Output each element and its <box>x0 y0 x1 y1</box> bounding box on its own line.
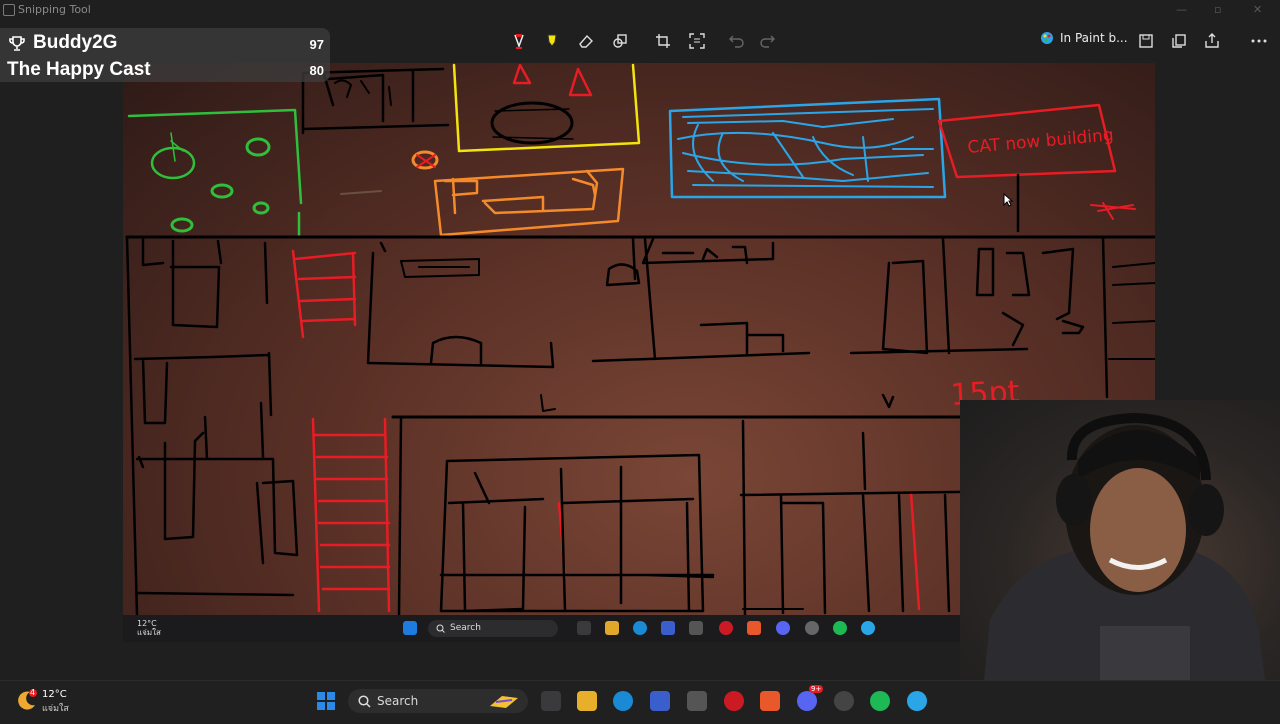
highlighter-button[interactable] <box>541 30 563 52</box>
taskbar-search[interactable]: Search <box>348 689 528 713</box>
captured-opera-icon <box>719 621 733 635</box>
paint-button-label: In Paint b... <box>1060 31 1128 45</box>
windows-taskbar: 4 12°C แจ่มใส Search 9+ <box>0 680 1280 721</box>
search-highlight-icon <box>490 696 518 708</box>
shapes-icon <box>613 34 627 48</box>
captured-paint-icon <box>861 621 875 635</box>
copy-icon <box>1172 34 1186 48</box>
search-icon <box>358 695 371 708</box>
captured-start-icon <box>403 621 417 635</box>
spotify-icon[interactable] <box>870 691 890 711</box>
streamer-silhouette <box>980 412 1270 720</box>
snipping-tool-icon <box>3 4 15 16</box>
captured-explorer-icon <box>605 621 619 635</box>
open-in-paint-button[interactable]: In Paint b... <box>1040 31 1128 45</box>
windows-logo-icon <box>317 692 335 710</box>
crop-button[interactable] <box>652 30 674 52</box>
weather-badge: 4 <box>30 688 36 697</box>
leader-name-1: Buddy2G <box>33 32 118 53</box>
captured-search-label: Search <box>450 623 481 633</box>
share-icon <box>1205 33 1219 48</box>
paint-icon <box>1041 32 1053 44</box>
discord-badge: 9+ <box>809 685 824 693</box>
paint-app-icon[interactable] <box>907 691 927 711</box>
pen-icon <box>514 34 524 49</box>
discord-icon[interactable]: 9+ <box>797 685 824 711</box>
save-icon <box>1139 34 1153 48</box>
brave-browser-icon[interactable] <box>760 691 780 711</box>
captured-unity-icon <box>689 621 703 635</box>
captured-weather-cond: แจ่มใส <box>137 628 161 637</box>
opera-browser-icon[interactable] <box>724 691 744 711</box>
weather-widget[interactable]: 4 12°C แจ่มใส <box>16 688 69 715</box>
captured-store-icon <box>661 621 675 635</box>
weather-condition: แจ่มใส <box>42 704 69 714</box>
text-actions-icon <box>689 33 705 49</box>
start-button[interactable] <box>316 691 336 711</box>
unity-hub-icon[interactable] <box>687 691 707 711</box>
eraser-button[interactable] <box>575 30 597 52</box>
captured-spotify-icon <box>833 621 847 635</box>
webcam-overlay <box>960 400 1280 720</box>
file-explorer-icon[interactable] <box>577 691 597 711</box>
captured-weather: 12°C แจ่มใส <box>137 619 161 637</box>
search-label: Search <box>377 694 419 708</box>
text-actions-button[interactable] <box>686 30 708 52</box>
obs-studio-icon[interactable] <box>834 691 854 711</box>
captured-weather-temp: 12°C <box>137 619 157 628</box>
redo-button[interactable] <box>756 30 778 52</box>
share-button[interactable] <box>1201 30 1223 52</box>
captured-search-box: Search <box>428 620 558 637</box>
maximize-icon[interactable]: ▫ <box>1214 3 1221 16</box>
leaderboard-overlay: Buddy2G 97 The Happy Cast 80 <box>0 28 330 82</box>
copy-button[interactable] <box>1168 30 1190 52</box>
captured-obs-icon <box>805 621 819 635</box>
captured-search-icon <box>436 624 445 633</box>
eraser-icon <box>579 34 593 48</box>
annotation-top-right: CAT now building <box>967 125 1115 158</box>
minimize-icon[interactable]: — <box>1176 3 1187 16</box>
edge-browser-icon[interactable] <box>613 691 633 711</box>
task-view-icon[interactable] <box>541 691 561 711</box>
more-icon <box>1251 39 1267 43</box>
captured-taskview-icon <box>577 621 591 635</box>
captured-discord-icon <box>776 621 790 635</box>
leader-score-1: 97 <box>309 37 324 52</box>
highlighter-icon <box>547 34 557 47</box>
redo-icon <box>760 35 775 48</box>
crop-icon <box>656 34 670 48</box>
weather-temp: 12°C <box>42 689 67 700</box>
more-options-button[interactable] <box>1248 30 1270 52</box>
close-icon[interactable]: ✕ <box>1253 3 1262 16</box>
leader-score-2: 80 <box>309 63 324 78</box>
pen-button[interactable] <box>508 30 530 52</box>
shapes-button[interactable] <box>609 30 631 52</box>
leader-name-2: The Happy Cast <box>7 59 151 80</box>
captured-brave-icon <box>747 621 761 635</box>
ms-store-icon[interactable] <box>650 691 670 711</box>
undo-button[interactable] <box>726 30 748 52</box>
undo-icon <box>729 35 744 48</box>
app-title: Snipping Tool <box>18 3 91 16</box>
captured-edge-icon <box>633 621 647 635</box>
trophy-icon <box>9 36 25 51</box>
save-button[interactable] <box>1135 30 1157 52</box>
title-bar: Snipping Tool — ▫ ✕ <box>0 0 1280 20</box>
mouse-cursor-icon <box>1003 193 1013 207</box>
